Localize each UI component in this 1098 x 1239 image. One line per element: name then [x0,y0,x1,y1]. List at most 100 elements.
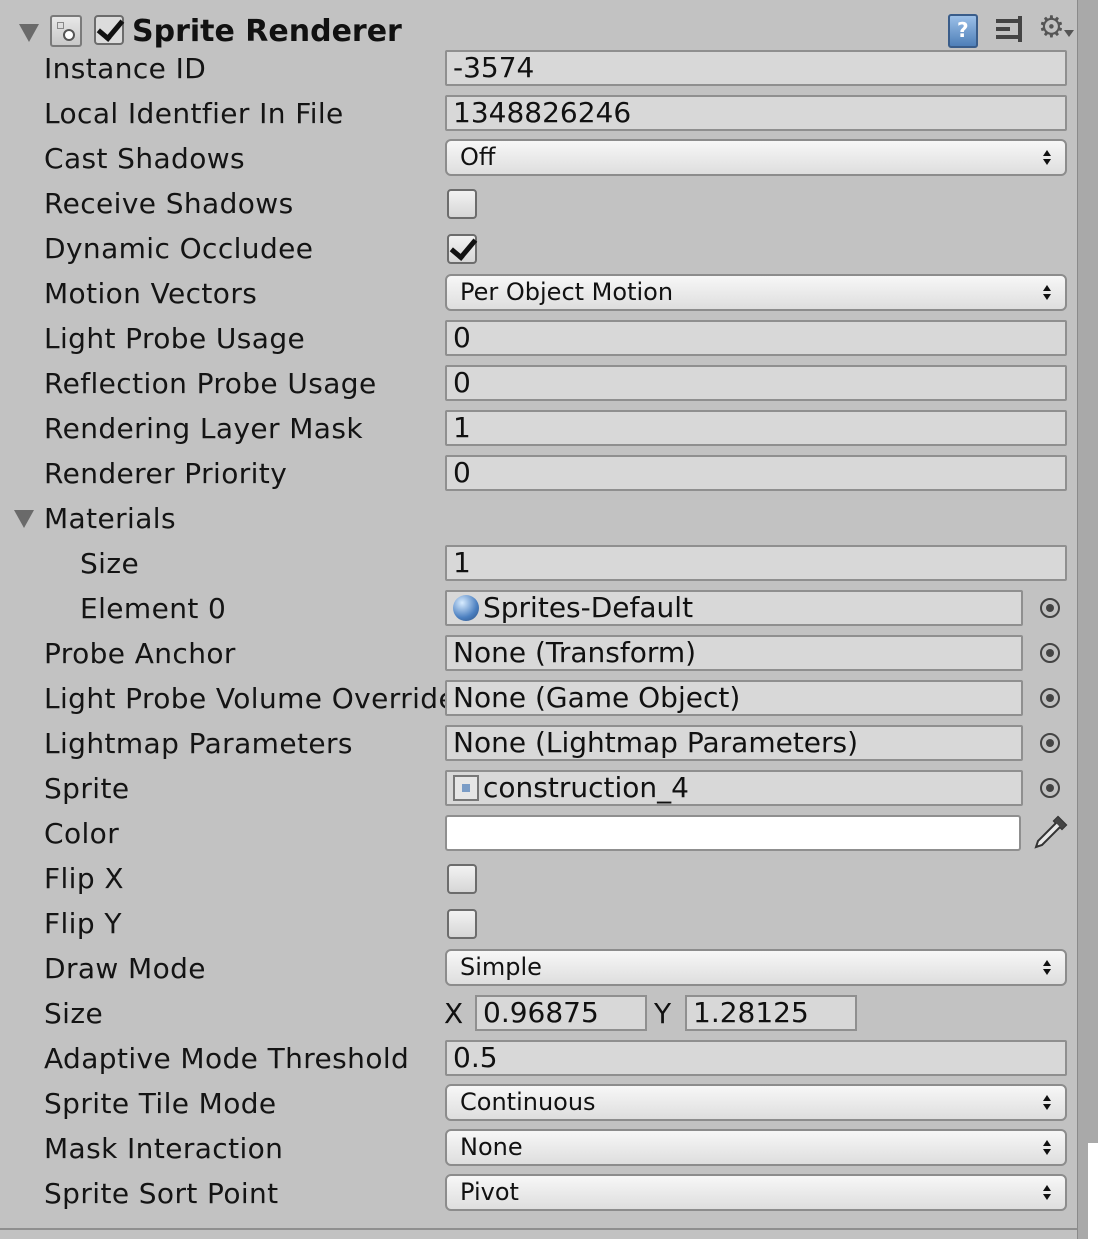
object-field-value: construction_4 [483,771,689,804]
rendering-layer-mask-field[interactable]: 1 [445,410,1067,446]
field-label: Rendering Layer Mask [44,412,363,445]
object-field-value: Sprites-Default [483,591,694,624]
dropdown-value: None [460,1133,523,1161]
gear-icon[interactable]: ⚙ [1038,12,1065,44]
flip-y-checkbox[interactable] [447,909,477,939]
chevron-down-icon[interactable] [1064,30,1074,37]
field-label: Light Probe Volume Override [44,682,449,715]
scrollbar-edge [1088,1143,1098,1239]
field-label: Adaptive Mode Threshold [44,1042,410,1075]
flip-x-checkbox[interactable] [447,864,477,894]
section-divider [0,1228,1078,1230]
size-y-field[interactable]: 1.28125 [685,995,857,1031]
row-receive-shadows: Receive Shadows [0,181,1078,226]
light-probe-usage-field[interactable]: 0 [445,320,1067,356]
object-picker-icon[interactable] [1040,688,1060,708]
cast-shadows-dropdown[interactable]: Off [445,139,1067,176]
size-y-label: Y [654,997,672,1030]
light-probe-volume-override-object-field[interactable]: None (Game Object) [445,680,1023,716]
presets-icon[interactable] [996,14,1024,44]
materials-foldout-arrow-icon[interactable] [14,510,34,528]
size-x-field[interactable]: 0.96875 [475,995,647,1031]
field-label: Instance ID [44,52,207,85]
row-sprite: Sprite construction_4 [0,766,1078,811]
row-materials-size: Size 1 [0,541,1078,586]
dynamic-occludee-checkbox[interactable] [447,232,478,264]
dropdown-arrows-icon [1043,1185,1053,1201]
field-label: Draw Mode [44,952,206,985]
field-label: Element 0 [80,592,227,625]
instance-id-field[interactable]: -3574 [445,50,1067,86]
row-lightmap-parameters: Lightmap Parameters None (Lightmap Param… [0,721,1078,766]
local-identifier-field[interactable]: 1348826246 [445,95,1067,131]
lightmap-parameters-object-field[interactable]: None (Lightmap Parameters) [445,725,1023,761]
color-swatch-field[interactable] [445,815,1021,851]
foldout-arrow-icon[interactable] [19,24,39,42]
sprite-tile-mode-dropdown[interactable]: Continuous [445,1084,1067,1121]
scrollbar[interactable] [1077,0,1098,1239]
field-label: Local Identfier In File [44,97,344,130]
row-renderer-priority: Renderer Priority 0 [0,451,1078,496]
field-label: Size [44,997,104,1030]
row-motion-vectors: Motion Vectors Per Object Motion [0,271,1078,316]
object-picker-icon[interactable] [1040,733,1060,753]
element-0-object-field[interactable]: Sprites-Default [445,590,1023,626]
row-element-0: Element 0 Sprites-Default [0,586,1078,631]
field-label: Light Probe Usage [44,322,306,355]
row-color: Color [0,811,1078,856]
adaptive-mode-threshold-field[interactable]: 0.5 [445,1040,1067,1076]
row-reflection-probe-usage: Reflection Probe Usage 0 [0,361,1078,406]
row-sprite-sort-point: Sprite Sort Point Pivot [0,1171,1078,1216]
eyedropper-icon[interactable] [1030,813,1070,853]
materials-foldout-label[interactable]: Materials [44,496,176,541]
dropdown-value: Simple [460,953,542,981]
row-adaptive-mode-threshold: Adaptive Mode Threshold 0.5 [0,1036,1078,1081]
row-dynamic-occludee: Dynamic Occludee [0,226,1078,271]
materials-size-field[interactable]: 1 [445,545,1067,581]
dropdown-value: Per Object Motion [460,278,674,306]
component-icon [50,15,82,47]
probe-anchor-object-field[interactable]: None (Transform) [445,635,1023,671]
field-label: Color [44,817,120,850]
row-flip-y: Flip Y [0,901,1078,946]
help-book-icon[interactable]: ? [948,14,978,48]
dropdown-arrows-icon [1043,1095,1053,1111]
field-label: Reflection Probe Usage [44,367,377,400]
receive-shadows-checkbox[interactable] [447,189,477,219]
component-header: Sprite Renderer ? ⚙ [0,0,1078,52]
checkmark-icon [96,13,125,42]
renderer-priority-field[interactable]: 0 [445,455,1067,491]
dropdown-value: Pivot [460,1178,519,1206]
size-x-label: X [444,997,464,1030]
sprite-icon [453,775,479,801]
row-materials[interactable]: Materials [0,496,1078,541]
material-sphere-icon [453,595,479,621]
reflection-probe-usage-field[interactable]: 0 [445,365,1067,401]
object-picker-icon[interactable] [1040,598,1060,618]
dropdown-arrows-icon [1043,285,1053,301]
row-instance-id: Instance ID -3574 [0,46,1078,91]
field-label: Receive Shadows [44,187,294,220]
component-enabled-checkbox[interactable] [94,13,125,45]
dropdown-arrows-icon [1043,1140,1053,1156]
field-label: Motion Vectors [44,277,258,310]
object-picker-icon[interactable] [1040,778,1060,798]
draw-mode-dropdown[interactable]: Simple [445,949,1067,986]
sprite-object-field[interactable]: construction_4 [445,770,1023,806]
field-label: Sprite Sort Point [44,1177,279,1210]
row-draw-mode: Draw Mode Simple [0,946,1078,991]
field-label: Size [80,547,140,580]
checkmark-icon [449,232,478,261]
row-probe-anchor: Probe Anchor None (Transform) [0,631,1078,676]
field-label: Flip X [44,862,124,895]
object-picker-icon[interactable] [1040,643,1060,663]
motion-vectors-dropdown[interactable]: Per Object Motion [445,274,1067,311]
field-label: Lightmap Parameters [44,727,353,760]
row-light-probe-volume-override: Light Probe Volume Override None (Game O… [0,676,1078,721]
sprite-sort-point-dropdown[interactable]: Pivot [445,1174,1067,1211]
mask-interaction-dropdown[interactable]: None [445,1129,1067,1166]
row-mask-interaction: Mask Interaction None [0,1126,1078,1171]
field-label: Cast Shadows [44,142,246,175]
dropdown-arrows-icon [1043,150,1053,166]
field-label: Sprite [44,772,130,805]
